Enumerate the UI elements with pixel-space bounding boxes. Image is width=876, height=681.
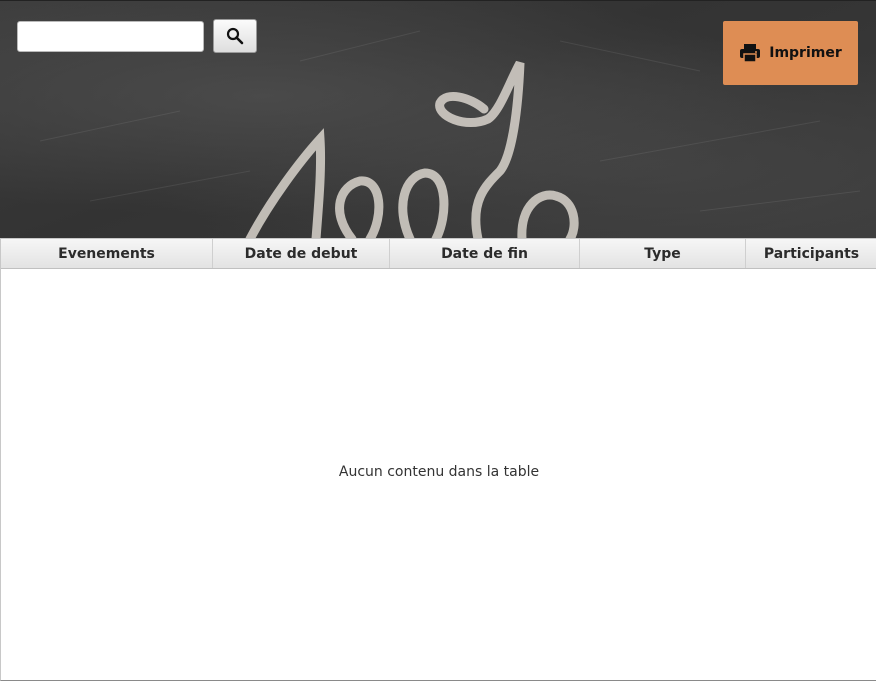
magnifier-icon (226, 27, 244, 45)
search-button[interactable] (213, 19, 257, 53)
column-header-date-debut[interactable]: Date de debut (213, 239, 390, 268)
column-header-type[interactable]: Type (580, 239, 746, 268)
search-input[interactable] (17, 21, 204, 52)
table-header: Evenements Date de debut Date de fin Typ… (1, 238, 876, 269)
print-button[interactable]: Imprimer (723, 21, 858, 85)
printer-icon (740, 44, 761, 63)
column-header-participants[interactable]: Participants (746, 239, 876, 268)
empty-table-message: Aucun contenu dans la table (338, 464, 540, 480)
column-header-date-fin[interactable]: Date de fin (390, 239, 580, 268)
column-header-evenements[interactable]: Evenements (1, 239, 213, 268)
print-button-label: Imprimer (769, 45, 842, 61)
chalkboard-banner: Imprimer (0, 0, 876, 238)
events-table[interactable]: Evenements Date de debut Date de fin Typ… (0, 238, 876, 681)
